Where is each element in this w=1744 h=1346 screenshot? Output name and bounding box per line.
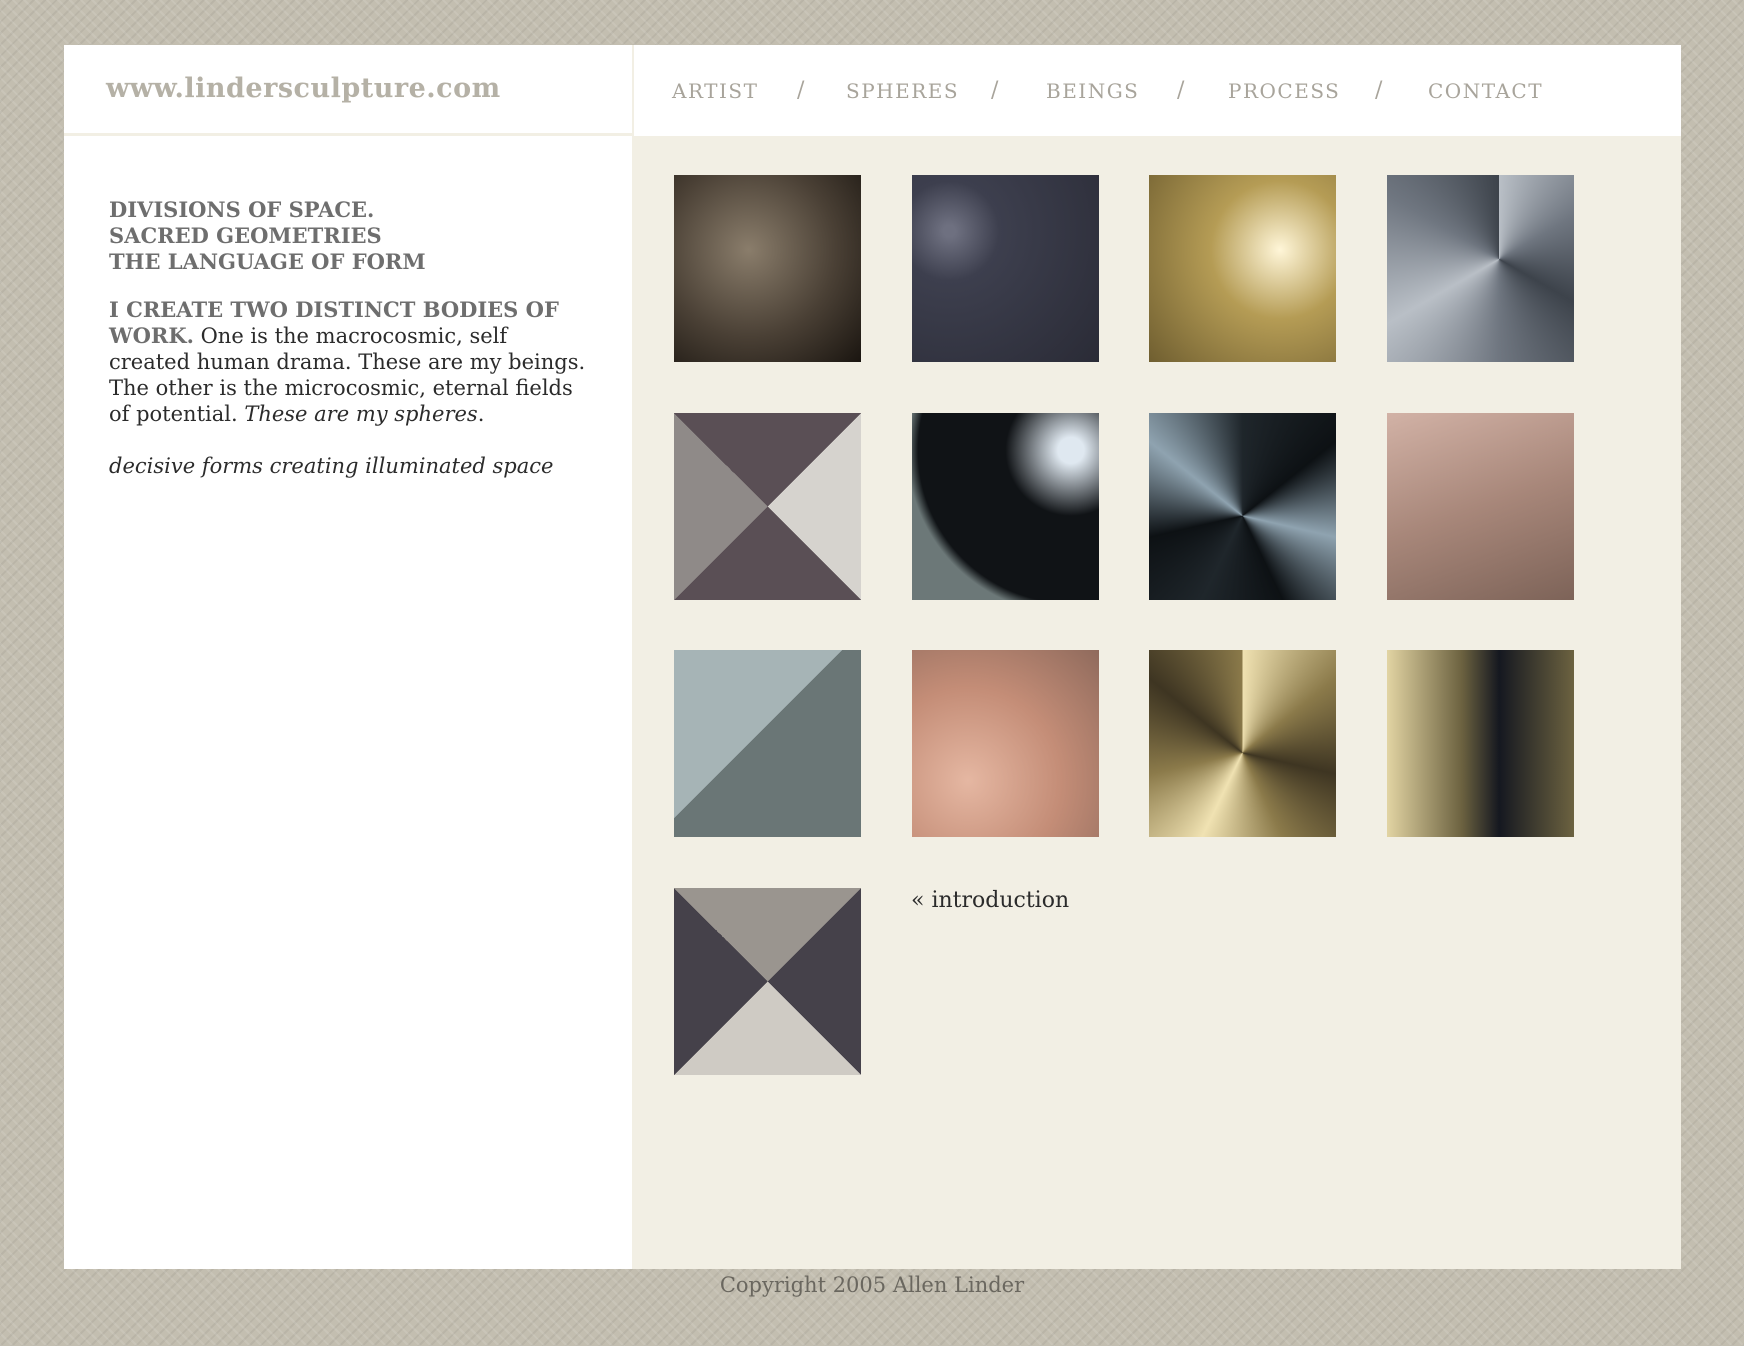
nav-item-process[interactable]: PROCESS [1228, 79, 1340, 103]
site-url-link[interactable]: www.lindersculpture.com [106, 73, 501, 104]
intro-paragraph: I CREATE TWO DISTINCT BODIES OF WORK. On… [109, 297, 589, 427]
thumb-black-star-veins[interactable] [1149, 413, 1336, 600]
intro-text: DIVISIONS OF SPACE. SACRED GEOMETRIES TH… [109, 197, 589, 479]
thumb-pink-granite-facets[interactable] [1387, 413, 1574, 600]
nav-item-beings[interactable]: BEINGS [1046, 79, 1139, 103]
intro-body-italic: These are my spheres [244, 402, 478, 426]
thumb-bronze-dark-curves[interactable] [1387, 650, 1574, 837]
copyright-text: Copyright 2005 Allen Linder [719, 1273, 1025, 1297]
nav-separator: / [1375, 78, 1383, 103]
introduction-link[interactable]: « introduction [911, 888, 1069, 913]
nav-item-spheres[interactable]: SPHERES [846, 79, 959, 103]
heading-line: DIVISIONS OF SPACE. [109, 197, 375, 222]
thumb-dark-marble-glint[interactable] [912, 175, 1099, 362]
thumb-granite-diamond[interactable] [674, 888, 861, 1075]
thumb-bronze-star[interactable] [1149, 650, 1336, 837]
nav-item-artist[interactable]: ARTIST [672, 79, 758, 103]
main-nav: ARTIST / SPHERES / BEINGS / PROCESS / CO… [632, 45, 1681, 136]
thumb-granite-pinwheel[interactable] [674, 413, 861, 600]
thumb-black-orb[interactable] [912, 413, 1099, 600]
nav-separator: / [797, 78, 805, 103]
page-frame: www.lindersculpture.com ARTIST / SPHERES… [64, 45, 1681, 1269]
intro-body-period: . [477, 402, 485, 426]
thumb-bronze-glow[interactable] [1149, 175, 1336, 362]
tagline: decisive forms creating illuminated spac… [109, 454, 554, 478]
heading-line: SACRED GEOMETRIES [109, 223, 382, 248]
nav-separator: / [1177, 78, 1185, 103]
thumb-grey-star-facets[interactable] [1387, 175, 1574, 362]
nav-separator: / [991, 78, 999, 103]
nav-item-contact[interactable]: CONTACT [1428, 79, 1543, 103]
site-header: www.lindersculpture.com [64, 45, 632, 136]
heading-line: THE LANGUAGE OF FORM [109, 249, 426, 274]
thumb-pink-marble-curves[interactable] [912, 650, 1099, 837]
intro-headings: DIVISIONS OF SPACE. SACRED GEOMETRIES TH… [109, 197, 589, 275]
thumb-sandstone-sphere[interactable] [674, 175, 861, 362]
thumb-grey-stone-peak[interactable] [674, 650, 861, 837]
